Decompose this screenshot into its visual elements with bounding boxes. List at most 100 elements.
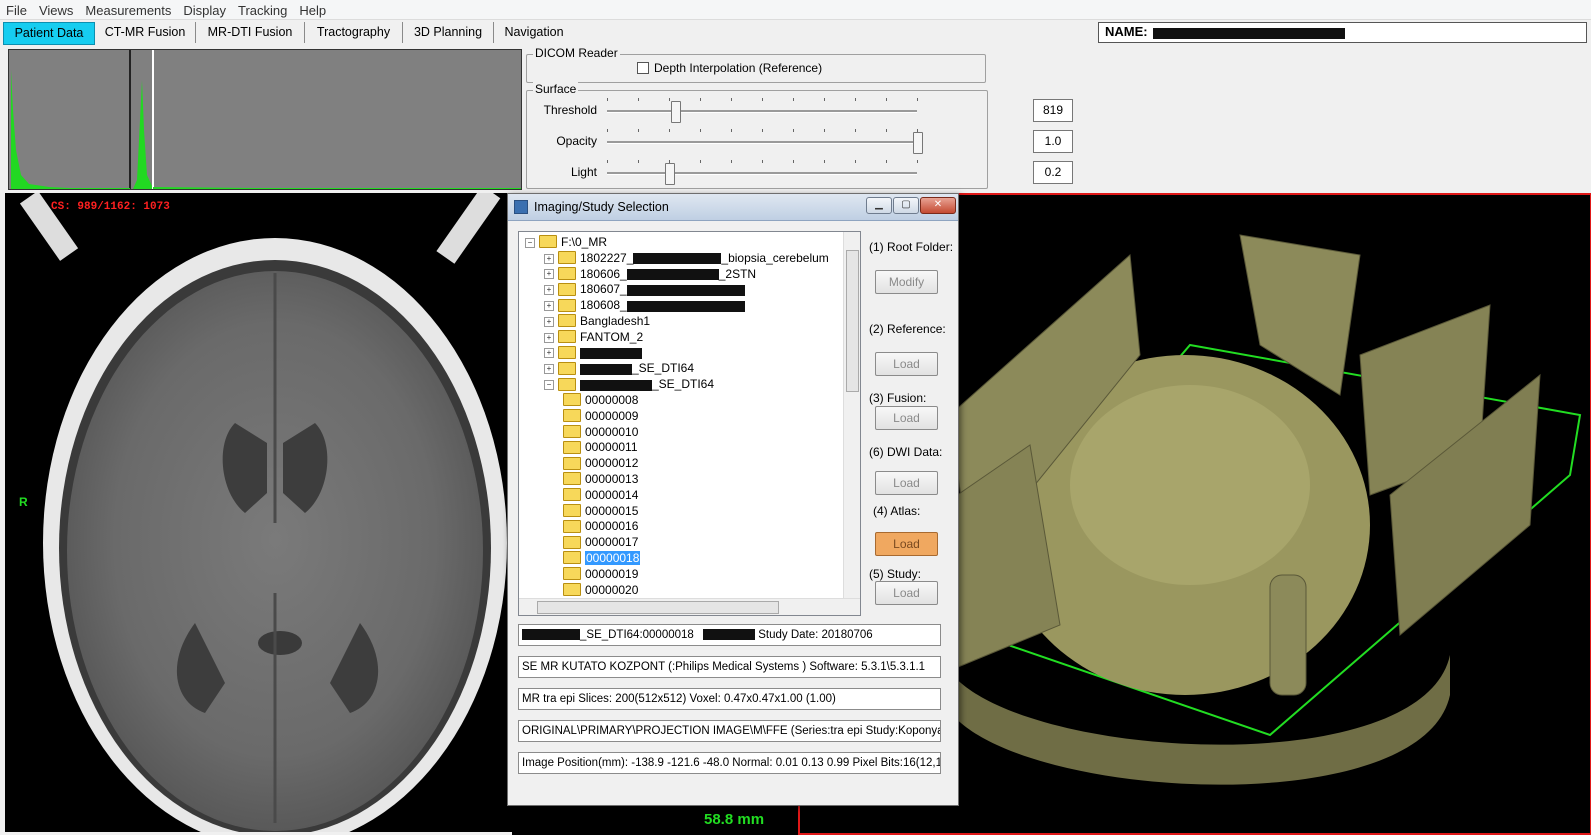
menu-tracking[interactable]: Tracking bbox=[232, 0, 293, 19]
close-icon[interactable]: ✕ bbox=[920, 197, 956, 214]
minimize-icon[interactable]: ▁ bbox=[866, 197, 892, 214]
vertical-scroll-thumb[interactable] bbox=[846, 250, 859, 392]
patient-name-box: NAME: bbox=[1098, 22, 1587, 43]
redacted-patient-id bbox=[703, 629, 756, 641]
expand-icon[interactable]: + bbox=[544, 253, 554, 264]
light-value[interactable]: 0.2 bbox=[1033, 161, 1073, 184]
tree-item[interactable]: 00000018 bbox=[563, 550, 641, 566]
opacity-value[interactable]: 1.0 bbox=[1033, 130, 1073, 153]
expand-icon[interactable]: + bbox=[544, 316, 554, 327]
menu-views[interactable]: Views bbox=[33, 0, 79, 19]
tree-item-suffix: _SE_DTI64 bbox=[652, 377, 715, 392]
expand-icon[interactable]: + bbox=[544, 269, 554, 280]
tree-item[interactable]: + bbox=[544, 345, 642, 361]
tree-item-label: 00000014 bbox=[585, 487, 639, 502]
modify-root-button[interactable]: Modify bbox=[875, 270, 938, 294]
expand-icon[interactable]: + bbox=[544, 285, 554, 296]
slider-tick bbox=[607, 129, 608, 132]
opacity-label: Opacity bbox=[556, 134, 597, 148]
tree-horizontal-scrollbar[interactable] bbox=[519, 598, 860, 615]
collapse-icon[interactable]: − bbox=[525, 237, 535, 248]
slider-tick bbox=[793, 98, 794, 101]
tree-item[interactable]: 00000011 bbox=[563, 439, 638, 455]
redacted-folder-name bbox=[580, 379, 652, 391]
tab-patient-data[interactable]: Patient Data bbox=[3, 22, 95, 45]
tree-item[interactable]: +180607_ bbox=[544, 281, 745, 297]
tree-item[interactable]: +180606_ _2STN bbox=[544, 266, 756, 282]
tree-item[interactable]: 00000009 bbox=[563, 408, 638, 424]
tree-vertical-scrollbar[interactable] bbox=[843, 232, 860, 598]
tree-item[interactable]: 00000020 bbox=[563, 582, 638, 598]
folder-icon bbox=[539, 235, 557, 249]
tree-item-label: 1802227_ bbox=[580, 250, 634, 265]
dialog-title-bar[interactable]: Imaging/Study Selection ▁ ▢ ✕ bbox=[508, 194, 958, 221]
slider-thumb-1[interactable] bbox=[913, 132, 923, 154]
tab-ct-mr-fusion[interactable]: CT-MR Fusion bbox=[95, 22, 196, 43]
expand-icon[interactable]: + bbox=[544, 348, 554, 359]
menu-measurements[interactable]: Measurements bbox=[79, 0, 177, 19]
maximize-icon[interactable]: ▢ bbox=[893, 197, 919, 214]
redacted-folder-name bbox=[626, 268, 719, 280]
slider-track-2[interactable] bbox=[607, 172, 917, 175]
folder-icon bbox=[558, 377, 576, 391]
expand-icon[interactable]: + bbox=[544, 364, 554, 375]
tree-item[interactable]: +180608_ bbox=[544, 297, 745, 313]
menu-help[interactable]: Help bbox=[293, 0, 332, 19]
tab-tractography[interactable]: Tractography bbox=[305, 22, 403, 43]
info-study-date: Study Date: 20180706 bbox=[758, 629, 873, 641]
load-reference-button[interactable]: Load bbox=[875, 352, 938, 376]
tab-mr-dti-fusion[interactable]: MR-DTI Fusion bbox=[196, 22, 305, 43]
depth-interpolation-checkbox[interactable] bbox=[637, 62, 649, 74]
slider-thumb-2[interactable] bbox=[665, 163, 675, 185]
horizontal-scroll-thumb[interactable] bbox=[537, 601, 779, 614]
ct-axial-view[interactable]: CS: 989/1162: 1073 R bbox=[5, 193, 512, 832]
tree-item[interactable]: − _SE_DTI64 bbox=[544, 376, 714, 392]
tree-item[interactable]: 00000008 bbox=[563, 392, 638, 408]
tree-item[interactable]: 00000017 bbox=[563, 534, 638, 550]
folder-icon bbox=[558, 345, 576, 359]
menu-display[interactable]: Display bbox=[177, 0, 232, 19]
slider-tick bbox=[886, 129, 887, 132]
tree-item[interactable]: + FANTOM_2 bbox=[544, 329, 643, 345]
histogram-panel[interactable] bbox=[8, 49, 522, 190]
expand-icon[interactable]: + bbox=[544, 301, 554, 312]
collapse-icon[interactable]: − bbox=[544, 380, 554, 391]
redacted-name bbox=[1153, 28, 1345, 39]
load-atlas-button[interactable]: Load bbox=[875, 532, 938, 556]
tree-item[interactable]: +1802227_ _biopsia_cerebelum bbox=[544, 250, 829, 266]
load-dwi-button[interactable]: Load bbox=[875, 471, 938, 495]
slider-tick bbox=[669, 98, 670, 101]
tab-navigation[interactable]: Navigation bbox=[494, 22, 574, 43]
tree-item-label: Bangladesh1 bbox=[580, 314, 651, 328]
imaging-study-selection-dialog: Imaging/Study Selection ▁ ▢ ✕ − F:\0_MR +1… bbox=[507, 193, 959, 806]
study-folder-tree[interactable]: − F:\0_MR +1802227_ _biopsia_cerebelum +1806… bbox=[518, 231, 861, 616]
name-label: NAME: bbox=[1105, 24, 1148, 39]
menu-file[interactable]: File bbox=[0, 0, 33, 19]
load-study-button[interactable]: Load bbox=[875, 581, 938, 605]
expand-icon[interactable]: + bbox=[544, 332, 554, 343]
slider-tick bbox=[607, 160, 608, 163]
folder-icon bbox=[558, 298, 576, 312]
tree-item[interactable]: 00000010 bbox=[563, 424, 638, 440]
slider-tick bbox=[700, 129, 701, 132]
slider-thumb-0[interactable] bbox=[671, 101, 682, 123]
tree-item[interactable]: + _SE_DTI64 bbox=[544, 360, 694, 376]
tree-item[interactable]: 00000013 bbox=[563, 471, 638, 487]
slider-tick bbox=[917, 98, 918, 101]
redacted-study-name bbox=[522, 629, 580, 641]
slider-tick bbox=[731, 98, 732, 101]
slider-track-0[interactable] bbox=[607, 110, 917, 113]
tree-item[interactable]: 00000014 bbox=[563, 487, 638, 503]
slider-track-1[interactable] bbox=[607, 141, 917, 144]
tree-item[interactable]: 00000012 bbox=[563, 455, 638, 471]
tree-item-suffix: _biopsia_cerebelum bbox=[721, 250, 829, 265]
tab-3d-planning[interactable]: 3D Planning bbox=[403, 22, 494, 43]
tree-item[interactable]: − F:\0_MR bbox=[525, 234, 607, 250]
tree-item[interactable]: + Bangladesh1 bbox=[544, 313, 650, 329]
tree-item[interactable]: 00000019 bbox=[563, 566, 638, 582]
load-fusion-button[interactable]: Load bbox=[875, 406, 938, 430]
tree-item[interactable]: 00000016 bbox=[563, 518, 638, 534]
threshold-value[interactable]: 819 bbox=[1033, 99, 1073, 122]
tree-item[interactable]: 00000015 bbox=[563, 503, 638, 519]
info-image-position: Image Position(mm): -138.9 -121.6 -48.0 … bbox=[518, 752, 941, 774]
